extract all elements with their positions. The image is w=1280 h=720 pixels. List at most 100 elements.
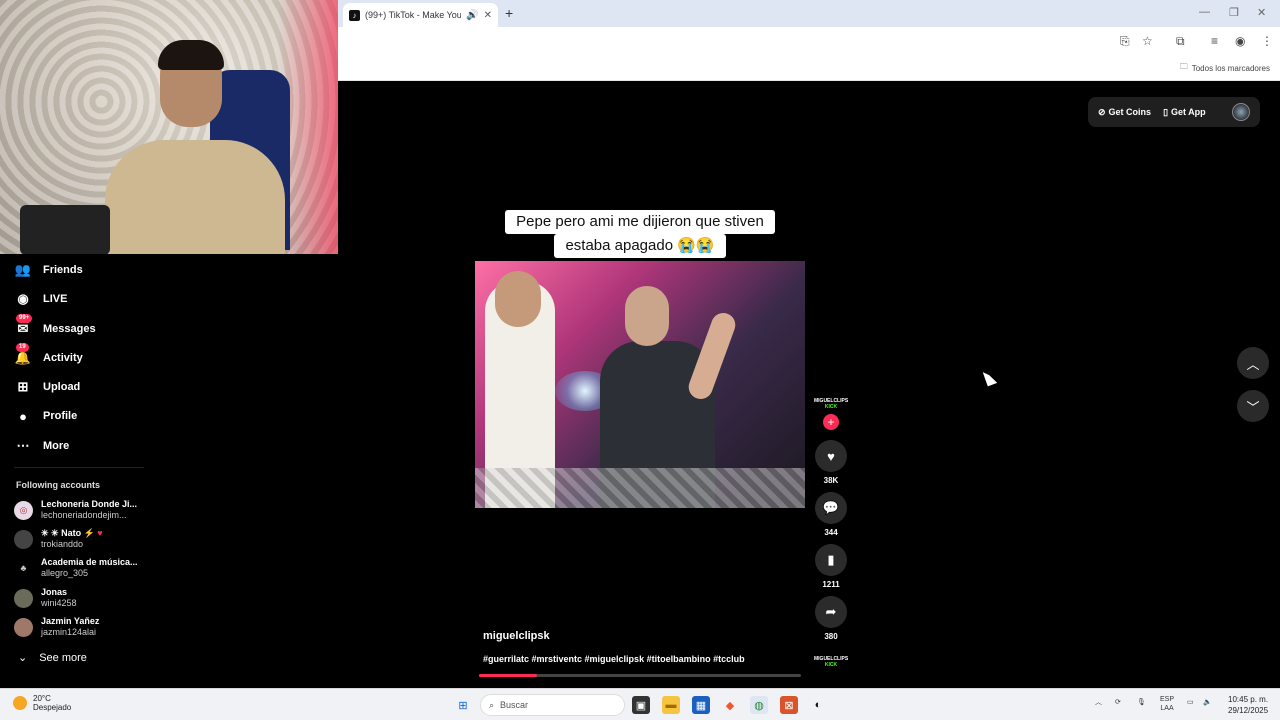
bookmark-icon: ▮ (815, 544, 847, 576)
like-button[interactable]: ♥ 38K (815, 440, 847, 485)
video-progress-bar[interactable] (479, 674, 801, 677)
store-icon[interactable]: ▦ (692, 696, 710, 714)
get-app-label: Get App (1171, 107, 1206, 117)
sidebar-item-label: Upload (43, 381, 81, 393)
comment-button[interactable]: 💬 344 (815, 492, 847, 537)
get-coins-button[interactable]: ⊘ Get Coins (1098, 107, 1151, 118)
account-username: lechoneriadondejim... (41, 510, 127, 520)
header-actions: ⊘ Get Coins ▯ Get App (1088, 97, 1260, 127)
following-account[interactable]: ✳ ✳ Nato ⚡ ♥ trokianddo (14, 528, 103, 550)
sidebar-item-profile[interactable]: ● Profile (14, 407, 77, 425)
sound-disc-bottom: KICK (824, 662, 838, 668)
app-icon[interactable]: ⊠ (780, 696, 798, 714)
clock-date: 29/12/2025 (1228, 706, 1269, 715)
video-username[interactable]: miguelclipsk (483, 630, 550, 642)
clock[interactable]: 10:45 p. m. 29/12/2025 (1228, 694, 1268, 716)
file-explorer-icon[interactable]: ▬ (662, 696, 680, 714)
brave-browser-icon[interactable]: ◆ (721, 696, 739, 714)
video-progress-fill (479, 674, 537, 677)
all-bookmarks[interactable]: 🗀 Todos los marcadores (1180, 61, 1270, 75)
start-menu-icon[interactable]: ⊞ (454, 696, 472, 714)
maximize-icon[interactable]: ❐ (1229, 6, 1239, 19)
sidebar-item-friends[interactable]: 👥 Friends (14, 261, 83, 279)
sidebar-item-live[interactable]: ◉ LIVE (14, 290, 67, 308)
account-name: Lechoneria Donde Ji... (41, 499, 138, 509)
following-account[interactable]: ♣ Academia de música... allegro_305 (14, 557, 138, 579)
install-app-icon[interactable]: ⎘ (1120, 34, 1130, 49)
sidebar-item-activity[interactable]: 🔔 19 Activity (14, 343, 83, 367)
tray-chevron-icon[interactable]: ︿ (1095, 698, 1102, 707)
sparkle-icon: ✳ ✳ (41, 528, 62, 538)
following-account[interactable]: Jazmin Yañez jazmin124alai (14, 616, 99, 638)
speaker-icon[interactable]: 🔊 (466, 10, 478, 21)
follow-button[interactable]: + (823, 414, 839, 430)
sidebar-item-more[interactable]: ⋯ More (14, 437, 70, 455)
see-more-button[interactable]: ⌄ See more (18, 651, 87, 665)
close-tab-icon[interactable]: ✕ (484, 10, 492, 21)
previous-video-button[interactable]: ︿ (1237, 347, 1269, 379)
following-account[interactable]: ◎ Lechoneria Donde Ji... lechoneriadonde… (14, 499, 137, 521)
window-close-icon[interactable]: ✕ (1257, 6, 1266, 19)
next-video-button[interactable]: ﹀ (1237, 390, 1269, 422)
account-name-text: Nato (61, 528, 82, 538)
phone-icon: ▯ (1163, 106, 1169, 117)
sidebar-item-label: Messages (43, 323, 96, 335)
activity-badge: 19 (16, 343, 29, 352)
avatar: ♣ (14, 558, 33, 578)
weather-widget[interactable]: 20°C Despejado (13, 694, 71, 712)
account-name: Jonas (41, 587, 68, 597)
avatar (14, 529, 33, 549)
folder-icon: 🗀 (1179, 62, 1188, 71)
bookmarks-bar (338, 56, 1280, 81)
following-account[interactable]: Jonas wini4258 (14, 587, 77, 609)
temperature: 20°C (33, 694, 51, 703)
tiktok-favicon-icon: ♪ (349, 9, 360, 21)
chrome-icon[interactable]: ◍ (750, 696, 768, 714)
task-view-icon[interactable]: ▣ (632, 696, 650, 714)
browser-tab[interactable]: ♪ (99+) TikTok - Make Your D... 🔊 ✕ (343, 3, 498, 27)
minimize-icon[interactable]: — (1199, 6, 1210, 18)
video-player[interactable] (475, 261, 805, 508)
account-username: wini4258 (41, 598, 77, 608)
mouse-cursor-icon (982, 368, 998, 387)
friends-icon: 👥 (14, 262, 32, 277)
coin-icon: ⊘ (1098, 106, 1106, 117)
profile-avatar-icon[interactable]: ◉ (1235, 34, 1245, 48)
user-avatar[interactable] (1232, 103, 1250, 121)
new-tab-button[interactable]: + (505, 5, 513, 21)
tray-app-icon[interactable]: ⟳ (1115, 698, 1121, 707)
sidebar-item-messages[interactable]: ✉ 99+ Messages (14, 314, 96, 338)
get-app-button[interactable]: ▯ Get App (1163, 107, 1206, 118)
creator-avatar[interactable]: MIGUELCLIPS KICK (814, 398, 848, 410)
chevron-up-icon: ︿ (1246, 356, 1260, 372)
all-bookmarks-label: Todos los marcadores (1191, 63, 1270, 73)
language-bottom: LAA (1160, 705, 1174, 712)
bookmark-star-icon[interactable]: ☆ (1142, 34, 1153, 48)
microphone-icon[interactable]: 🎙 (1137, 698, 1146, 707)
following-accounts-title: Following accounts (16, 480, 101, 490)
video-hashtags[interactable]: #guerrilatc #mrstiventc #miguelclipsk #t… (483, 654, 745, 664)
extensions-icon[interactable]: ⧉ (1176, 34, 1185, 49)
save-button[interactable]: ▮ 1211 (815, 544, 847, 589)
heart-icon: ⚡ ♥ (81, 528, 103, 538)
profile-icon: ● (19, 408, 27, 424)
taskbar-search[interactable]: ⌕ Buscar (480, 694, 625, 716)
share-button[interactable]: ➦ 380 (815, 596, 847, 641)
volume-icon[interactable]: 🔈 (1203, 698, 1212, 707)
menu-kebab-icon[interactable]: ⋮ (1261, 34, 1273, 48)
sidebar-item-upload[interactable]: ⊞ Upload (14, 378, 81, 396)
screen: ♪ (99+) TikTok - Make Your D... 🔊 ✕ + — … (0, 0, 1280, 720)
share-icon: ➦ (815, 596, 847, 628)
sidebar-item-label: Profile (43, 410, 78, 422)
account-name: Jazmin Yañez (41, 616, 100, 626)
media-icon[interactable]: ≡ (1211, 34, 1218, 48)
network-icon[interactable]: ▭ (1187, 698, 1194, 707)
webcam-overlay (0, 0, 338, 254)
save-count: 1211 (822, 580, 840, 589)
comment-count: 344 (824, 528, 838, 537)
messages-badge: 99+ (16, 314, 33, 323)
obs-icon[interactable]: ◐ (809, 696, 827, 714)
language-indicator[interactable]: ESP LAA (1160, 695, 1174, 713)
sound-disc[interactable]: MIGUELCLIPS KICK (814, 656, 848, 668)
account-username: trokianddo (41, 539, 84, 549)
